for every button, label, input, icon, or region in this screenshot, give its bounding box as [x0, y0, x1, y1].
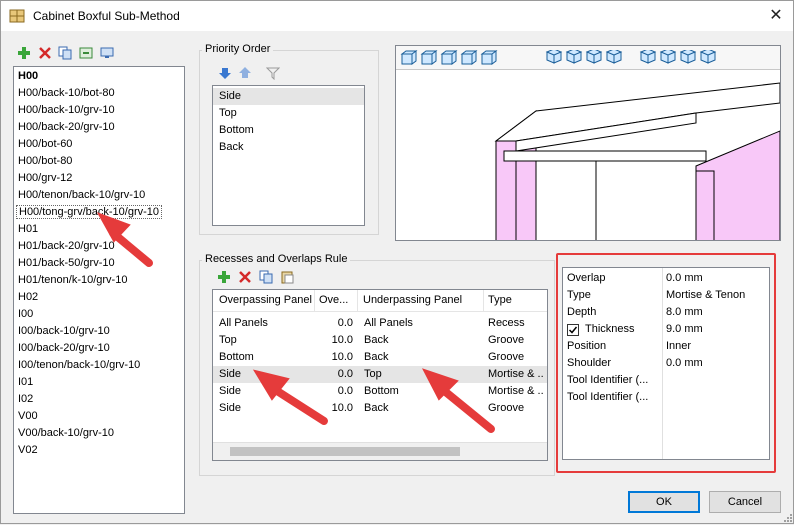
- dialog-window: Cabinet Boxful Sub-Method ✕ H00 H00/back…: [0, 0, 794, 524]
- annotation-arrows: [96, 212, 495, 433]
- cancel-button[interactable]: Cancel: [709, 491, 781, 513]
- ok-button[interactable]: OK: [628, 491, 700, 513]
- resize-grip-icon[interactable]: [781, 511, 793, 523]
